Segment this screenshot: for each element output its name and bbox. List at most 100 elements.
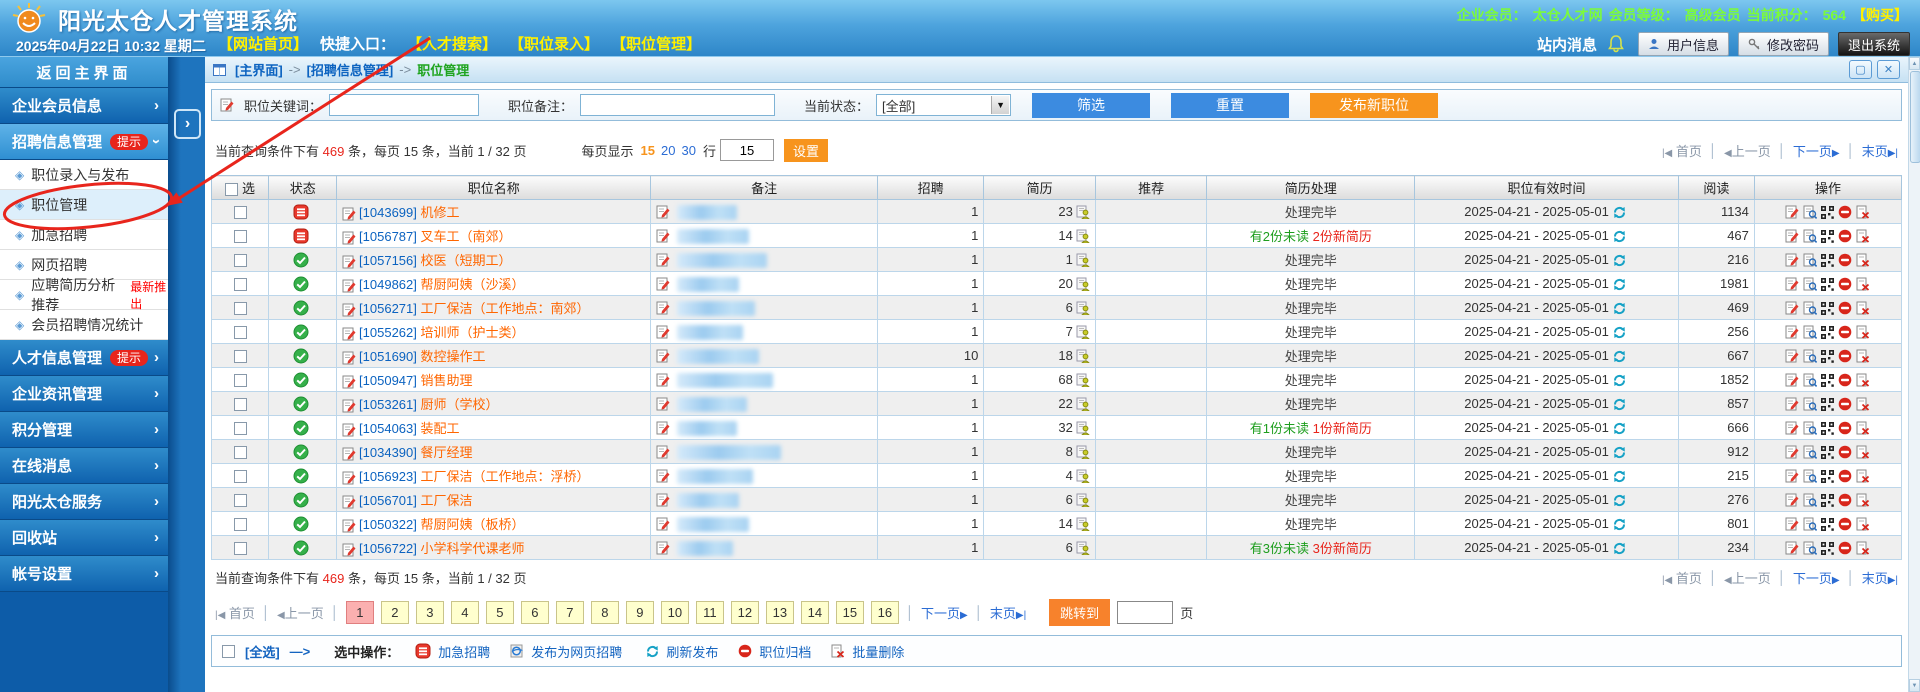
edit-position-icon[interactable]: [1785, 301, 1799, 315]
keyword-input[interactable]: [329, 94, 479, 116]
publish-web-icon[interactable]: [510, 644, 524, 658]
refresh-validity-icon[interactable]: [1613, 398, 1626, 411]
archive-position-icon[interactable]: [1838, 301, 1852, 315]
sidebar-group-招聘信息管理[interactable]: 招聘信息管理 提示 ›: [0, 124, 168, 160]
view-position-icon[interactable]: [1803, 493, 1817, 507]
row-checkbox[interactable]: [234, 278, 247, 291]
edit-position-icon[interactable]: [1785, 349, 1799, 363]
sidebar-item-加急招聘[interactable]: ◈ 加急招聘: [0, 220, 168, 250]
delete-position-icon[interactable]: [1856, 493, 1870, 507]
sidebar-group-积分管理[interactable]: 积分管理 ›: [0, 412, 168, 448]
view-position-icon[interactable]: [1803, 301, 1817, 315]
quick-link-2[interactable]: 【职位管理】: [611, 33, 701, 54]
action-加急招聘[interactable]: 加急招聘: [415, 642, 490, 661]
status-select[interactable]: [全部] ▼: [876, 94, 1011, 116]
action-刷新发布[interactable]: 刷新发布: [642, 642, 718, 661]
delete-position-icon[interactable]: [1856, 397, 1870, 411]
sidebar-group-帐号设置[interactable]: 帐号设置 ›: [0, 556, 168, 592]
edit-note-icon[interactable]: [656, 469, 670, 483]
close-icon[interactable]: ✕: [1877, 60, 1900, 79]
sidebar-item-会员招聘情况统计[interactable]: ◈ 会员招聘情况统计: [0, 310, 168, 340]
edit-note-icon[interactable]: [656, 517, 670, 531]
refresh-validity-icon[interactable]: [1613, 518, 1626, 531]
edit-note-icon[interactable]: [656, 493, 670, 507]
row-checkbox[interactable]: [234, 494, 247, 507]
qrcode-icon[interactable]: [1821, 374, 1834, 387]
row-checkbox[interactable]: [234, 542, 247, 555]
row-checkbox[interactable]: [234, 206, 247, 219]
view-position-icon[interactable]: [1803, 253, 1817, 267]
delete-position-icon[interactable]: [1856, 253, 1870, 267]
edit-position-icon[interactable]: [1785, 493, 1799, 507]
qrcode-icon[interactable]: [1821, 230, 1834, 243]
resume-icon[interactable]: [1076, 469, 1090, 483]
page-number-4[interactable]: 4: [451, 601, 479, 624]
archive-position-icon[interactable]: [1838, 517, 1852, 531]
delete-position-icon[interactable]: [1856, 325, 1870, 339]
refresh-validity-icon[interactable]: [1613, 302, 1626, 315]
select-all-header-checkbox[interactable]: [225, 183, 238, 196]
view-position-icon[interactable]: [1803, 397, 1817, 411]
archive-position-icon[interactable]: [1838, 493, 1852, 507]
delete-position-icon[interactable]: [1856, 541, 1870, 555]
back-to-main-button[interactable]: 返回主界面: [0, 57, 168, 88]
view-position-icon[interactable]: [1803, 229, 1817, 243]
delete-position-icon[interactable]: [1856, 205, 1870, 219]
bell-icon[interactable]: [1606, 34, 1626, 54]
edit-note-icon[interactable]: [656, 301, 670, 315]
resume-icon[interactable]: [1076, 541, 1090, 555]
resume-icon[interactable]: [1076, 205, 1090, 219]
prev-page-link[interactable]: ◀上一页: [1724, 141, 1771, 160]
delete-position-icon[interactable]: [1856, 349, 1870, 363]
last-page-link[interactable]: 末页▶|: [1862, 568, 1898, 587]
delete-position-icon[interactable]: [1856, 277, 1870, 291]
resume-icon[interactable]: [1076, 373, 1090, 387]
refresh-validity-icon[interactable]: [1613, 494, 1626, 507]
row-checkbox[interactable]: [234, 518, 247, 531]
edit-position-icon[interactable]: [342, 399, 356, 413]
qrcode-icon[interactable]: [1821, 302, 1834, 315]
page-number-12[interactable]: 12: [731, 601, 759, 624]
archive-position-icon[interactable]: [1838, 469, 1852, 483]
first-page-link[interactable]: |◀ 首页: [1662, 141, 1702, 160]
resume-icon[interactable]: [1076, 229, 1090, 243]
edit-position-icon[interactable]: [1785, 445, 1799, 459]
first-page-link[interactable]: |◀ 首页: [1662, 568, 1702, 587]
refresh-validity-icon[interactable]: [1613, 374, 1626, 387]
archive-position-icon[interactable]: [1838, 229, 1852, 243]
view-position-icon[interactable]: [1803, 349, 1817, 363]
view-position-icon[interactable]: [1803, 205, 1817, 219]
position-name-link[interactable]: 叉车工（南郊）: [421, 229, 512, 244]
sidebar-group-在线消息[interactable]: 在线消息 ›: [0, 448, 168, 484]
action-批量删除[interactable]: 批量删除: [831, 642, 904, 661]
position-id-link[interactable]: [1050947]: [359, 373, 417, 388]
sidebar-item-职位录入与发布[interactable]: ◈ 职位录入与发布: [0, 160, 168, 190]
refresh-validity-icon[interactable]: [1613, 350, 1626, 363]
archive-position-icon[interactable]: [1838, 541, 1852, 555]
edit-note-icon[interactable]: [656, 325, 670, 339]
qrcode-icon[interactable]: [1821, 398, 1834, 411]
edit-position-icon[interactable]: [342, 543, 356, 557]
last-page-link[interactable]: 末页▶|: [1862, 141, 1898, 160]
row-checkbox[interactable]: [234, 230, 247, 243]
per-page-option-15[interactable]: 15: [641, 143, 655, 158]
position-name-link[interactable]: 销售助理: [421, 373, 473, 388]
vertical-scrollbar[interactable]: ▲ ▼: [1908, 57, 1920, 692]
action-发布为网页招聘[interactable]: 发布为网页招聘: [510, 642, 622, 661]
position-name-link[interactable]: 数控操作工: [421, 349, 486, 364]
delete-position-icon[interactable]: [1856, 421, 1870, 435]
page-number-6[interactable]: 6: [521, 601, 549, 624]
view-position-icon[interactable]: [1803, 541, 1817, 555]
sidebar-group-人才信息管理[interactable]: 人才信息管理 提示 ›: [0, 340, 168, 376]
select-all-link[interactable]: [全选]: [245, 642, 280, 661]
next-page-link[interactable]: 下一页▶: [921, 603, 968, 622]
per-page-option-20[interactable]: 20: [661, 143, 675, 158]
rows-per-page-input[interactable]: [720, 139, 774, 161]
archive-position-icon[interactable]: [1838, 421, 1852, 435]
sidebar-group-企业资讯管理[interactable]: 企业资讯管理 ›: [0, 376, 168, 412]
filter-button[interactable]: 筛选: [1032, 93, 1150, 118]
refresh-validity-icon[interactable]: [1613, 470, 1626, 483]
per-page-option-30[interactable]: 30: [681, 143, 695, 158]
archive-position-icon[interactable]: [1838, 445, 1852, 459]
position-id-link[interactable]: [1057156]: [359, 253, 417, 268]
